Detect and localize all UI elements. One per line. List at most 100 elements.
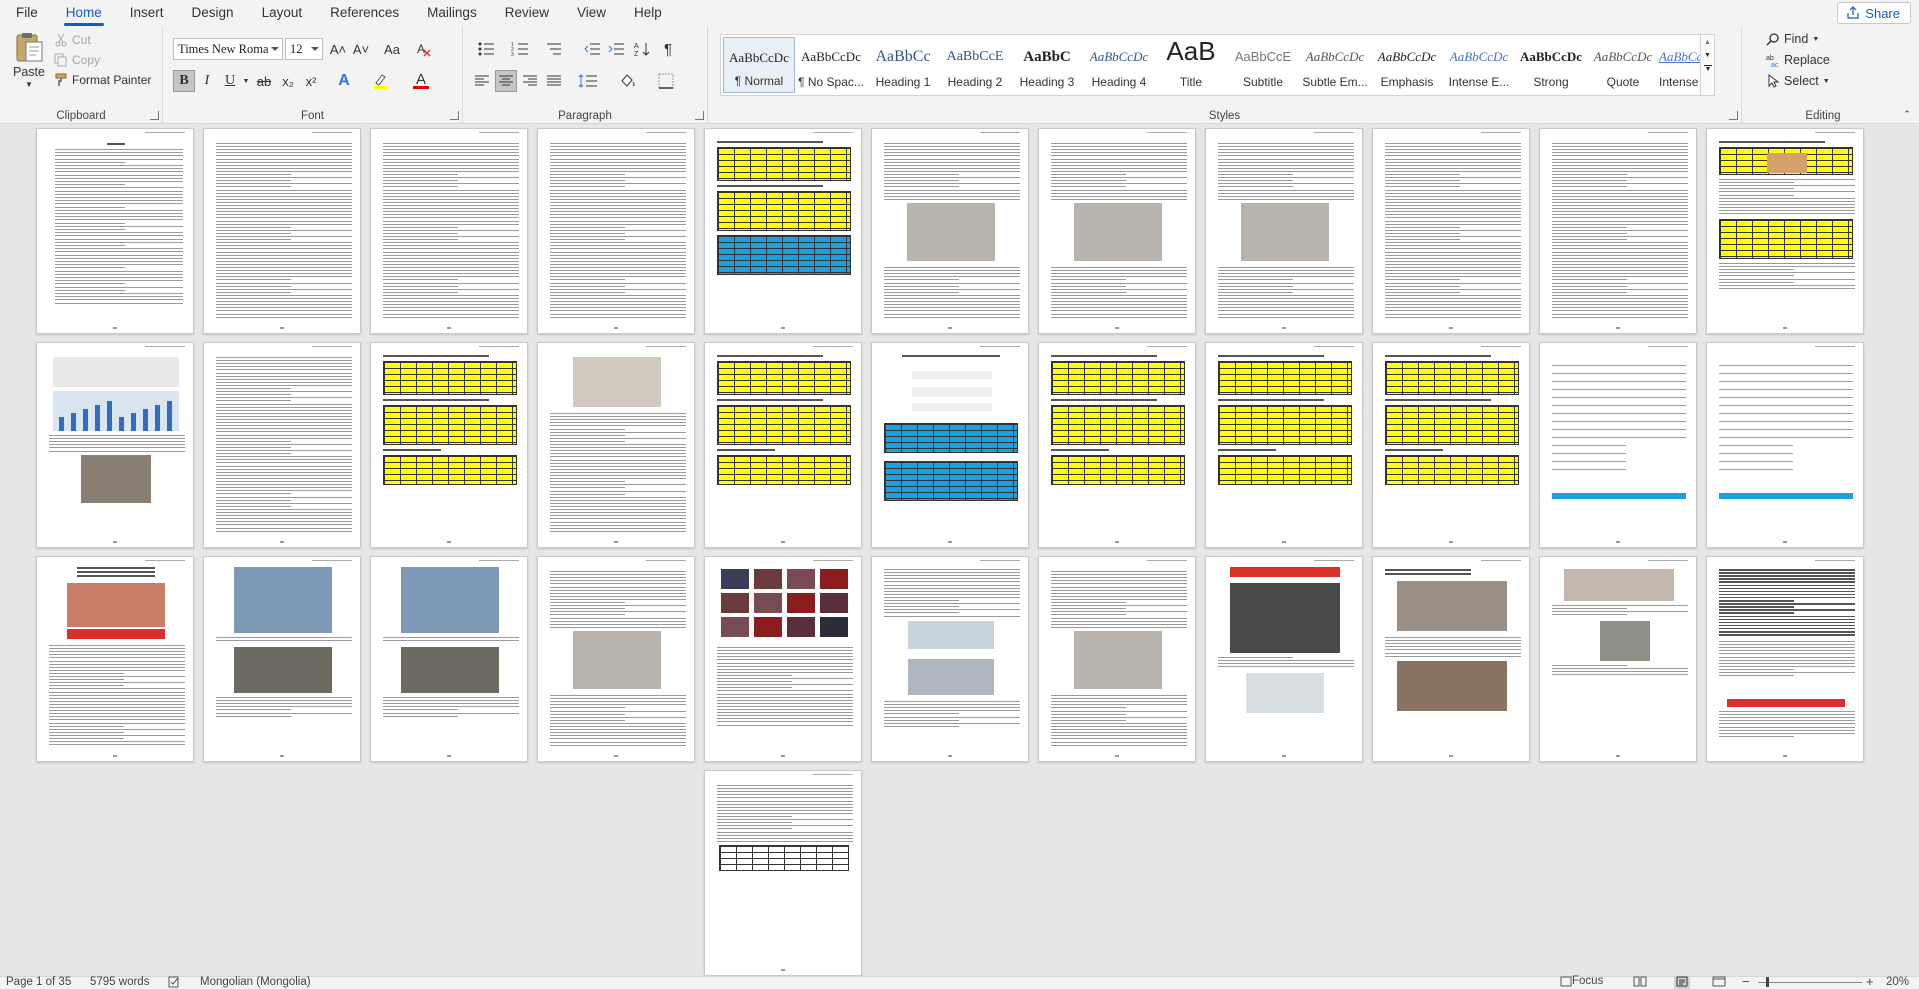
page-thumbnail[interactable] [1038,556,1196,762]
style-no-spacing[interactable]: AaBbCcDc ¶ No Spac... [795,37,867,93]
page-count[interactable]: Page 1 of 35 [6,976,71,988]
clear-formatting-button[interactable]: A [413,38,435,60]
sort-button[interactable]: AZ [631,38,653,60]
styles-launcher[interactable] [1729,111,1738,120]
chevron-down-icon[interactable]: ▼ [241,70,251,92]
page-thumbnail[interactable] [704,770,862,976]
chevron-up-icon[interactable]: ▲ [1701,39,1714,46]
select-button[interactable]: Select ▼ [1766,74,1830,88]
tab-design[interactable]: Design [178,2,248,26]
style-heading-1[interactable]: AaBbCc Heading 1 [867,37,939,93]
page-thumbnail[interactable] [537,342,695,548]
chevron-down-icon[interactable]: ▼ [1701,52,1714,59]
page-thumbnail[interactable] [370,128,528,334]
bold-button[interactable]: B [173,70,195,92]
shrink-font-button[interactable]: A˅ [350,38,372,60]
page-thumbnail[interactable] [871,342,1029,548]
format-painter-button[interactable]: Format Painter [54,73,151,87]
paste-button[interactable]: Paste ▼ [8,30,50,90]
zoom-slider-thumb[interactable] [1766,977,1769,987]
print-layout-icon[interactable] [1674,976,1690,989]
align-left-button[interactable] [471,70,493,92]
tab-layout[interactable]: Layout [248,2,317,26]
web-layout-icon[interactable] [1712,976,1726,989]
page-thumbnail[interactable] [203,342,361,548]
numbering-button[interactable]: 123 [505,38,535,60]
page-thumbnail[interactable] [704,342,862,548]
font-name-combo[interactable]: Times New Roma [173,38,283,60]
zoom-level[interactable]: 20% [1886,976,1909,988]
page-thumbnail[interactable] [1539,556,1697,762]
page-thumbnail[interactable] [1205,342,1363,548]
style-normal[interactable]: AaBbCcDc ¶ Normal [723,37,795,93]
tab-view[interactable]: View [563,2,620,26]
paragraph-launcher[interactable] [695,111,704,120]
subscript-button[interactable]: x₂ [277,70,299,92]
more-styles-icon[interactable]: ▼ [1704,65,1712,73]
font-size-combo[interactable]: 12 [285,38,323,60]
collapse-ribbon-button[interactable]: ⌃ [1900,108,1914,120]
grow-font-button[interactable]: A˄ [327,38,349,60]
tab-insert[interactable]: Insert [116,2,178,26]
word-count[interactable]: 5795 words [90,976,149,988]
justify-button[interactable] [543,70,565,92]
font-launcher[interactable] [450,111,459,120]
page-thumbnail[interactable] [871,556,1029,762]
page-thumbnail[interactable] [1038,128,1196,334]
page-thumbnail[interactable] [1372,556,1530,762]
increase-indent-button[interactable] [605,38,627,60]
decrease-indent-button[interactable] [581,38,603,60]
page-thumbnail[interactable] [1205,556,1363,762]
tab-mailings[interactable]: Mailings [413,2,491,26]
page-thumbnail[interactable] [203,128,361,334]
copy-button[interactable]: Copy [54,53,100,67]
style-title[interactable]: AaB Title [1155,37,1227,93]
page-thumbnail[interactable] [537,128,695,334]
align-right-button[interactable] [519,70,541,92]
style-emphasis[interactable]: AaBbCcDc Emphasis [1371,37,1443,93]
style-intense-quote[interactable]: AaBbCcDc Intense Q... [1659,37,1701,93]
proofing-icon[interactable] [168,976,181,989]
italic-button[interactable]: I [197,70,217,92]
page-thumbnail[interactable] [1205,128,1363,334]
page-thumbnail[interactable] [704,128,862,334]
page-thumbnail[interactable] [537,556,695,762]
style-strong[interactable]: AaBbCcDc Strong [1515,37,1587,93]
tab-help[interactable]: Help [620,2,676,26]
align-center-button[interactable] [495,70,517,92]
page-thumbnail[interactable] [370,556,528,762]
clipboard-launcher[interactable] [150,111,159,120]
tab-file[interactable]: File [0,2,52,26]
page-thumbnail[interactable] [1706,128,1864,334]
style-quote[interactable]: AaBbCcDc Quote [1587,37,1659,93]
cut-button[interactable]: Cut [54,33,91,47]
page-thumbnail[interactable] [1706,342,1864,548]
page-thumbnail[interactable] [704,556,862,762]
share-button[interactable]: Share [1837,2,1911,24]
page-thumbnail[interactable] [36,128,194,334]
replace-button[interactable]: ab ac Replace [1766,53,1830,67]
tab-home[interactable]: Home [52,2,116,26]
shading-button[interactable] [613,70,643,92]
tab-references[interactable]: References [316,2,413,26]
page-thumbnail[interactable] [203,556,361,762]
bullets-button[interactable] [471,38,501,60]
borders-button[interactable] [651,70,681,92]
find-button[interactable]: Find ▼ [1766,32,1819,46]
page-thumbnail[interactable] [1372,128,1530,334]
tab-review[interactable]: Review [491,2,563,26]
gallery-scrollbar[interactable]: ▲ ▼ ▼ [1700,35,1714,95]
font-color-button[interactable]: A [409,70,433,92]
page-thumbnail[interactable] [1372,342,1530,548]
page-thumbnail[interactable] [871,128,1029,334]
language-indicator[interactable]: Mongolian (Mongolia) [200,976,311,988]
show-formatting-button[interactable]: ¶ [657,38,679,60]
zoom-slider[interactable] [1758,982,1862,983]
page-thumbnail[interactable] [36,556,194,762]
page-thumbnail[interactable] [1038,342,1196,548]
style-subtle-emphasis[interactable]: AaBbCcDc Subtle Em... [1299,37,1371,93]
read-mode-icon[interactable] [1633,976,1647,989]
style-heading-2[interactable]: AaBbCcE Heading 2 [939,37,1011,93]
page-thumbnail[interactable] [1539,128,1697,334]
style-subtitle[interactable]: AaBbCcE Subtitle [1227,37,1299,93]
